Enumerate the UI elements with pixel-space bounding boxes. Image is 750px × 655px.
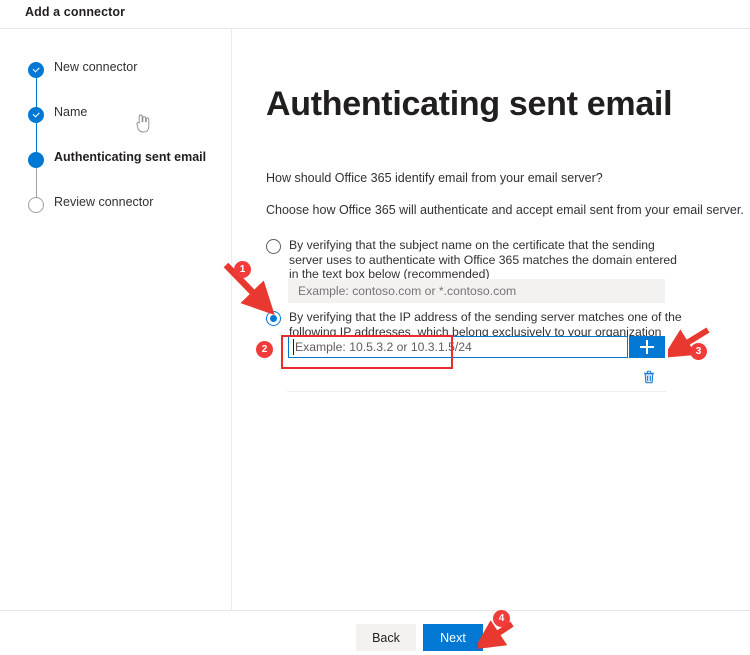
- sidebar-step-label: New connector: [54, 60, 138, 74]
- step-connector-line: [35, 78, 38, 107]
- annotation-badge-2: 2: [256, 341, 273, 358]
- step-complete-check-icon: [28, 62, 44, 78]
- window-header: Add a connector: [0, 0, 750, 28]
- annotation-highlight-box-ip-input: [281, 335, 453, 369]
- main-content: Authenticating sent email How should Off…: [232, 29, 750, 610]
- next-button[interactable]: Next: [423, 624, 483, 651]
- page-title: Authenticating sent email: [266, 85, 673, 123]
- annotation-badge-4: 4: [493, 610, 510, 627]
- instruction-subtext: Choose how Office 365 will authenticate …: [266, 203, 744, 217]
- wizard-sidebar: New connector Name Authenticating sent e…: [0, 29, 231, 610]
- sidebar-step-label: Name: [54, 105, 88, 119]
- add-ip-button[interactable]: [629, 336, 665, 358]
- delete-ip-trash-icon[interactable]: [641, 369, 657, 385]
- step-pending-circle-icon: [28, 197, 44, 213]
- sidebar-step-label: Review connector: [54, 195, 154, 209]
- step-complete-check-icon: [28, 107, 44, 123]
- step-connector-line: [35, 123, 38, 152]
- sidebar-step-label: Authenticating sent email: [54, 150, 207, 164]
- page-header-title: Add a connector: [25, 5, 126, 19]
- sidebar-step-name[interactable]: Name: [28, 104, 218, 152]
- annotation-badge-3: 3: [690, 343, 707, 360]
- sidebar-step-review-connector[interactable]: Review connector: [28, 194, 218, 239]
- instruction-question: How should Office 365 identify email fro…: [266, 171, 603, 185]
- domain-input: [288, 279, 665, 303]
- ip-list-divider: [287, 391, 666, 392]
- sidebar-step-authenticating-sent-email[interactable]: Authenticating sent email: [28, 149, 218, 197]
- back-button[interactable]: Back: [356, 624, 416, 651]
- hand-pointer-cursor-icon: [136, 114, 150, 133]
- annotation-badge-1: 1: [234, 261, 251, 278]
- radio-certificate-icon[interactable]: [266, 239, 281, 254]
- step-current-dot-icon: [28, 152, 44, 168]
- footer-divider: [0, 610, 750, 611]
- step-connector-line: [35, 168, 37, 197]
- option-certificate-label: By verifying that the subject name on th…: [289, 238, 677, 281]
- wizard-step-list: New connector Name Authenticating sent e…: [28, 59, 218, 239]
- sidebar-step-new-connector[interactable]: New connector: [28, 59, 218, 107]
